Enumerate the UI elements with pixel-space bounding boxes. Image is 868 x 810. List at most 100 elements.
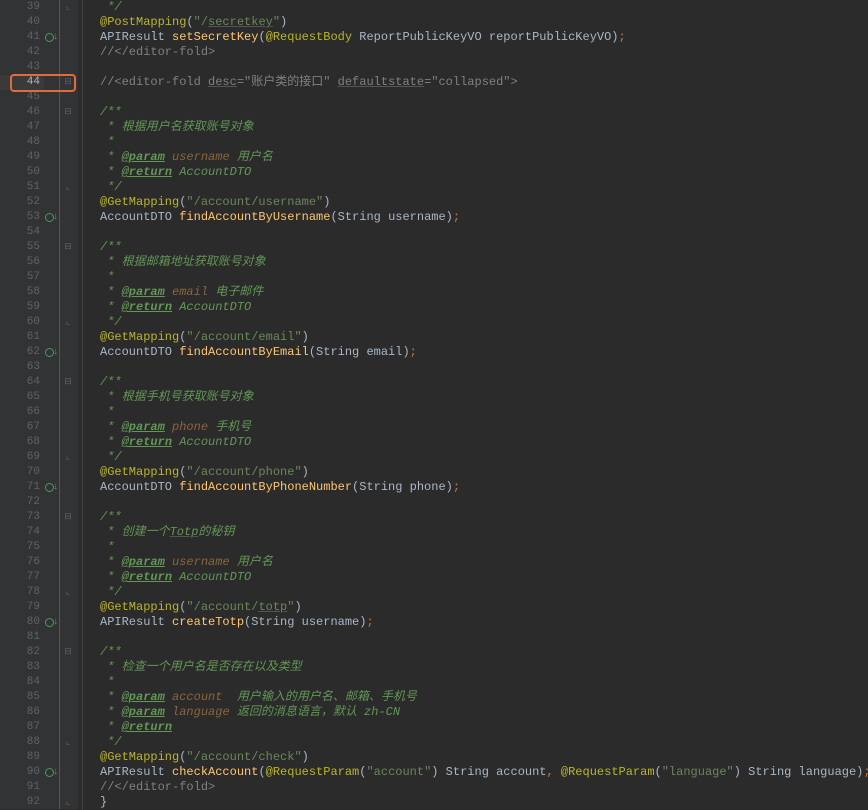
line-number[interactable]: 70 — [0, 465, 44, 480]
line-number[interactable]: 87 — [0, 720, 44, 735]
line-number[interactable]: 65 — [0, 390, 44, 405]
line-number[interactable]: 68 — [0, 435, 44, 450]
line-number[interactable]: 76 — [0, 555, 44, 570]
line-number[interactable]: 49 — [0, 150, 44, 165]
code-line[interactable]: * @return AccountDTO — [78, 435, 868, 450]
code-line[interactable]: * @return — [78, 720, 868, 735]
code-line[interactable]: */ — [78, 180, 868, 195]
code-line[interactable]: * @param account 用户输入的用户名、邮箱、手机号 — [78, 690, 868, 705]
line-number[interactable]: 44 — [0, 75, 44, 90]
line-number[interactable]: 41 — [0, 30, 44, 45]
line-number[interactable]: 45 — [0, 90, 44, 105]
line-number[interactable]: 72 — [0, 495, 44, 510]
line-number[interactable]: 57 — [0, 270, 44, 285]
code-line[interactable] — [78, 630, 868, 645]
line-number[interactable]: 92 — [0, 795, 44, 810]
line-number[interactable]: 43 — [0, 60, 44, 75]
code-line[interactable]: * @return AccountDTO — [78, 300, 868, 315]
line-number[interactable]: 55 — [0, 240, 44, 255]
code-line[interactable]: * — [78, 540, 868, 555]
line-number[interactable]: 88 — [0, 735, 44, 750]
code-line[interactable]: * @return AccountDTO — [78, 570, 868, 585]
code-line[interactable]: @GetMapping("/account/totp") — [78, 600, 868, 615]
code-line[interactable]: @GetMapping("/account/phone") — [78, 465, 868, 480]
implement-method-icon[interactable]: ↓ — [44, 765, 60, 780]
code-line[interactable]: * @param language 返回的消息语言，默认 zh-CN — [78, 705, 868, 720]
line-number[interactable]: 80 — [0, 615, 44, 630]
fold-end-icon[interactable]: ⌞ — [62, 315, 74, 330]
code-line[interactable]: /** — [78, 105, 868, 120]
code-line[interactable] — [78, 60, 868, 75]
code-line[interactable]: */ — [78, 0, 868, 15]
code-line[interactable]: * 根据手机号获取账号对象 — [78, 390, 868, 405]
line-number[interactable]: 42 — [0, 45, 44, 60]
line-number[interactable]: 58 — [0, 285, 44, 300]
line-number[interactable]: 60 — [0, 315, 44, 330]
line-number[interactable]: 78 — [0, 585, 44, 600]
implement-method-icon[interactable]: ↓ — [44, 615, 60, 630]
code-line[interactable] — [78, 495, 868, 510]
code-line[interactable]: @GetMapping("/account/check") — [78, 750, 868, 765]
code-line[interactable]: AccountDTO findAccountByPhoneNumber(Stri… — [78, 480, 868, 495]
line-number[interactable]: 63 — [0, 360, 44, 375]
fold-start-icon[interactable]: ⊟ — [62, 510, 74, 525]
line-number[interactable]: 50 — [0, 165, 44, 180]
line-number[interactable]: 75 — [0, 540, 44, 555]
line-number[interactable]: 83 — [0, 660, 44, 675]
code-line[interactable]: @GetMapping("/account/email") — [78, 330, 868, 345]
line-number[interactable]: 53 — [0, 210, 44, 225]
fold-start-icon[interactable]: ⊟ — [62, 375, 74, 390]
code-line[interactable] — [78, 225, 868, 240]
code-line[interactable]: * — [78, 135, 868, 150]
fold-start-icon[interactable]: ⊟ — [62, 75, 74, 90]
code-line[interactable]: /** — [78, 240, 868, 255]
fold-end-icon[interactable]: ⌞ — [62, 0, 74, 15]
code-line[interactable]: /** — [78, 375, 868, 390]
line-number[interactable]: 61 — [0, 330, 44, 345]
code-line[interactable]: * @param email 电子邮件 — [78, 285, 868, 300]
code-line[interactable]: APIResult checkAccount(@RequestParam("ac… — [78, 765, 868, 780]
implement-method-icon[interactable]: ↓ — [44, 30, 60, 45]
code-line[interactable]: //<editor-fold desc="账户类的接口" defaultstat… — [78, 75, 868, 90]
code-line[interactable]: */ — [78, 315, 868, 330]
code-line[interactable]: */ — [78, 735, 868, 750]
code-line[interactable]: * @param phone 手机号 — [78, 420, 868, 435]
line-number[interactable]: 89 — [0, 750, 44, 765]
line-number[interactable]: 79 — [0, 600, 44, 615]
code-line[interactable]: * @param username 用户名 — [78, 150, 868, 165]
line-number[interactable]: 91 — [0, 780, 44, 795]
line-number[interactable]: 67 — [0, 420, 44, 435]
line-number[interactable]: 71 — [0, 480, 44, 495]
code-line[interactable]: * — [78, 270, 868, 285]
line-number[interactable]: 73 — [0, 510, 44, 525]
code-line[interactable]: * 检查一个用户名是否存在以及类型 — [78, 660, 868, 675]
line-number[interactable]: 64 — [0, 375, 44, 390]
line-number[interactable]: 48 — [0, 135, 44, 150]
line-number[interactable]: 40 — [0, 15, 44, 30]
line-number[interactable]: 62 — [0, 345, 44, 360]
line-number[interactable]: 77 — [0, 570, 44, 585]
fold-start-icon[interactable]: ⊟ — [62, 240, 74, 255]
line-number[interactable]: 81 — [0, 630, 44, 645]
line-number[interactable]: 69 — [0, 450, 44, 465]
line-number[interactable]: 39 — [0, 0, 44, 15]
line-number[interactable]: 51 — [0, 180, 44, 195]
code-line[interactable]: AccountDTO findAccountByUsername(String … — [78, 210, 868, 225]
fold-end-icon[interactable]: ⌞ — [62, 795, 74, 810]
fold-start-icon[interactable]: ⊟ — [62, 105, 74, 120]
code-line[interactable]: /** — [78, 510, 868, 525]
line-number[interactable]: 82 — [0, 645, 44, 660]
code-line[interactable]: * @param username 用户名 — [78, 555, 868, 570]
code-line[interactable]: */ — [78, 450, 868, 465]
code-line[interactable]: //</editor-fold> — [78, 780, 868, 795]
code-line[interactable] — [78, 90, 868, 105]
implement-method-icon[interactable]: ↓ — [44, 345, 60, 360]
code-line[interactable]: } — [78, 795, 868, 810]
line-number[interactable]: 59 — [0, 300, 44, 315]
line-number[interactable]: 84 — [0, 675, 44, 690]
code-line[interactable]: //</editor-fold> — [78, 45, 868, 60]
line-number[interactable]: 85 — [0, 690, 44, 705]
fold-end-icon[interactable]: ⌞ — [62, 585, 74, 600]
line-number[interactable]: 54 — [0, 225, 44, 240]
code-line[interactable]: @PostMapping("/secretkey") — [78, 15, 868, 30]
